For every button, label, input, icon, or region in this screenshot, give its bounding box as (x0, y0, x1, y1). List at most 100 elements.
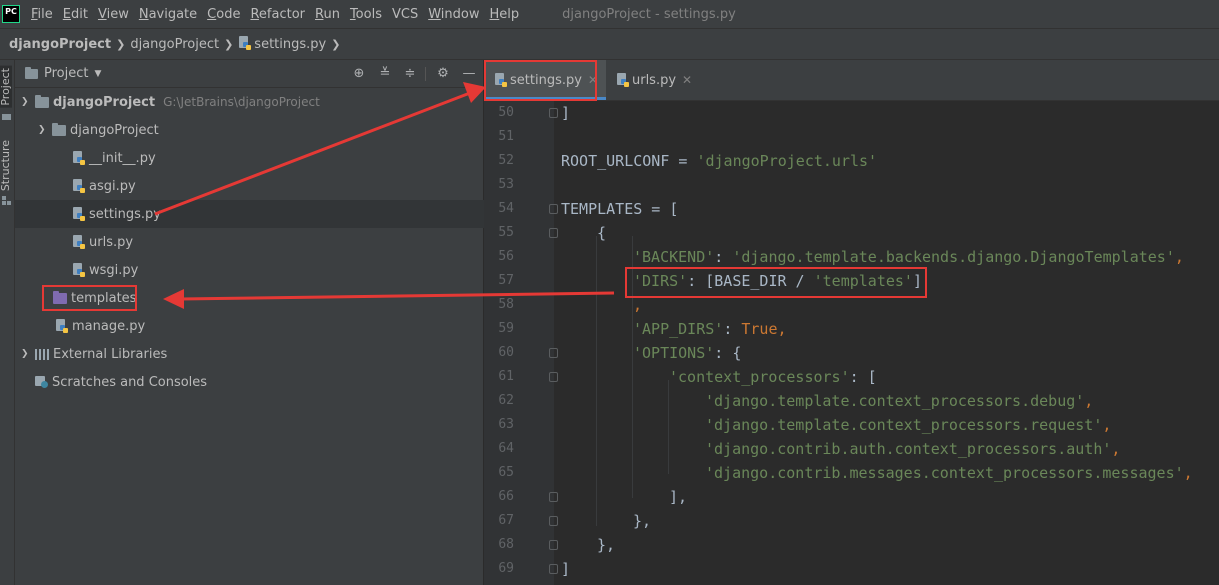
chevron-down-icon[interactable]: ❯ (38, 125, 50, 135)
code-line-55[interactable]: { (597, 221, 606, 245)
code-line-60[interactable]: 'OPTIONS': { (633, 341, 741, 365)
breadcrumb-package[interactable]: djangoProject (130, 37, 219, 52)
breadcrumb-file[interactable]: settings.py (238, 36, 326, 52)
code-token: ] (561, 104, 571, 122)
menu-bar: PC File Edit View Navigate Code Refactor… (0, 0, 1219, 28)
line-number: 66 (498, 489, 514, 504)
code-line-63[interactable]: 'django.template.context_processors.requ… (705, 413, 1111, 437)
line-number: 67 (498, 513, 514, 528)
menu-code[interactable]: Code (207, 7, 240, 22)
code-line-67[interactable]: }, (633, 509, 651, 533)
project-view-dropdown[interactable]: Project (44, 66, 88, 81)
menu-vcs[interactable]: VCS (392, 7, 418, 22)
code-line-66[interactable]: ], (669, 485, 687, 509)
crosshair-locate-icon[interactable]: ⊕ (350, 65, 368, 83)
code-string: 'django.template.backends.django.DjangoT… (732, 248, 1175, 266)
package-folder-icon (52, 122, 66, 136)
fold-start-icon[interactable] (549, 228, 558, 238)
expand-all-icon[interactable]: ≚ (376, 65, 394, 83)
collapse-all-icon[interactable]: ≑ (401, 65, 419, 83)
side-tab-project[interactable]: Project (0, 66, 12, 108)
minimize-icon[interactable]: — (460, 65, 478, 83)
fold-end-icon[interactable] (549, 540, 558, 550)
chevron-down-icon[interactable]: ❯ (21, 97, 33, 107)
line-number: 56 (498, 249, 514, 264)
tree-file-init[interactable]: __init__.py (15, 144, 540, 172)
breadcrumb: djangoProject ❯ djangoProject ❯ settings… (0, 28, 1219, 60)
indent-guide (668, 380, 669, 474)
code-string: 'django.contrib.auth.context_processors.… (705, 440, 1112, 458)
line-number: 69 (498, 561, 514, 576)
code-line-69[interactable]: ] (561, 557, 570, 581)
annotation-box-templates-folder (42, 285, 137, 311)
tree-node-external-libraries[interactable]: ❯ External Libraries (15, 340, 489, 368)
chevron-right-icon[interactable]: ❯ (21, 349, 33, 359)
menu-window[interactable]: Window (428, 7, 479, 22)
close-icon[interactable]: ✕ (682, 73, 692, 87)
scratches-icon (35, 376, 48, 388)
tree-file-manage[interactable]: manage.py (15, 312, 523, 340)
annotation-box-dirs-line (625, 267, 927, 298)
folder-icon (2, 114, 11, 120)
menu-label: dit (71, 6, 88, 22)
code-line-61[interactable]: 'context_processors': [ (669, 365, 877, 389)
menu-navigate[interactable]: Navigate (139, 7, 197, 22)
editor-area: settings.py ✕ urls.py ✕ 50 51 52 53 54 5… (484, 60, 1219, 585)
code-token: : [ (849, 368, 877, 386)
tree-file-settings[interactable]: settings.py (15, 200, 540, 228)
fold-end-icon[interactable] (549, 516, 558, 526)
tree-file-urls[interactable]: urls.py (15, 228, 540, 256)
line-number: 64 (498, 441, 514, 456)
code-token: : (714, 248, 733, 266)
code-line-59[interactable]: 'APP_DIRS': True, (633, 317, 787, 341)
code-line-52[interactable]: ROOT_URLCONF = 'djangoProject.urls' (561, 149, 877, 173)
menu-label: VCS (391, 6, 419, 22)
tab-urls[interactable]: urls.py ✕ (606, 60, 700, 100)
tree-scratches-label: Scratches and Consoles (52, 374, 208, 390)
project-panel: Project ▼ ⊕ ≚ ≑ ⚙ — ❯ djangoProject G:\J… (15, 60, 540, 585)
menu-file[interactable]: File (31, 7, 53, 22)
code-token: }, (633, 512, 652, 530)
menu-refactor[interactable]: Refactor (250, 7, 305, 22)
code-line-62[interactable]: 'django.template.context_processors.debu… (705, 389, 1093, 413)
code-line-64[interactable]: 'django.contrib.auth.context_processors.… (705, 437, 1120, 461)
tree-node-scratches[interactable]: Scratches and Consoles (15, 368, 503, 396)
fold-end-icon[interactable] (549, 564, 558, 574)
fold-end-icon[interactable] (549, 108, 558, 118)
menu-help[interactable]: Help (489, 7, 519, 22)
tool-window-strip: Project Structure (0, 60, 15, 585)
code-token: { (597, 224, 607, 242)
menu-label: un (323, 6, 340, 22)
tree-node-root[interactable]: ❯ djangoProject G:\JetBrains\djangoProje… (15, 88, 489, 116)
line-number: 68 (498, 537, 514, 552)
tree-file-wsgi[interactable]: wsgi.py (15, 256, 540, 284)
tree-package-label: djangoProject (70, 122, 159, 138)
tree-file-label: urls.py (89, 234, 134, 250)
code-line-68[interactable]: }, (597, 533, 615, 557)
menu-label: efactor (258, 6, 305, 22)
fold-end-icon[interactable] (549, 492, 558, 502)
tree-node-package[interactable]: ❯ djangoProject (15, 116, 506, 144)
toolbar-divider (425, 67, 426, 81)
project-view-icon (25, 66, 38, 79)
fold-start-icon[interactable] (549, 348, 558, 358)
tree-file-label: asgi.py (89, 178, 136, 194)
code-line-50[interactable]: ] (561, 101, 570, 125)
menu-label: ode (216, 6, 241, 22)
code-line-65[interactable]: 'django.contrib.messages.context_process… (705, 461, 1193, 485)
line-number: 57 (498, 273, 514, 288)
menu-edit[interactable]: Edit (63, 7, 88, 22)
tree-file-asgi[interactable]: asgi.py (15, 172, 540, 200)
menu-view[interactable]: View (98, 7, 129, 22)
gear-icon[interactable]: ⚙ (434, 65, 452, 83)
code-line-54[interactable]: TEMPLATES = [ (561, 197, 678, 221)
menu-tools[interactable]: Tools (350, 7, 382, 22)
caret-down-icon[interactable]: ▼ (94, 69, 101, 79)
side-tab-structure[interactable]: Structure (0, 140, 12, 191)
code-line-56[interactable]: 'BACKEND': 'django.template.backends.dja… (633, 245, 1184, 269)
fold-start-icon[interactable] (549, 372, 558, 382)
menu-mnemonic: H (489, 6, 500, 22)
fold-start-icon[interactable] (549, 204, 558, 214)
breadcrumb-project[interactable]: djangoProject (9, 37, 111, 52)
menu-run[interactable]: Run (315, 7, 340, 22)
